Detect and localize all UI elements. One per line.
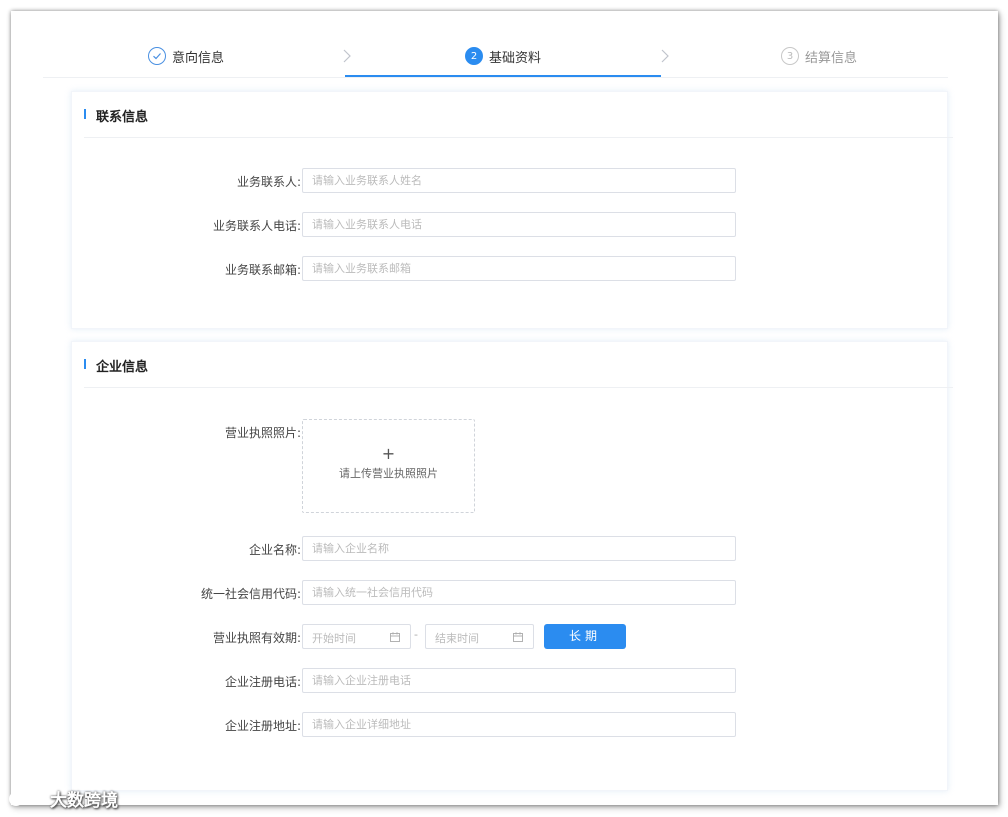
start-date-placeholder: 开始时间 bbox=[312, 632, 356, 645]
watermark-text: 大数跨境 bbox=[50, 791, 118, 811]
step-label: 意向信息 bbox=[172, 50, 225, 66]
field-label: 企业名称: bbox=[248, 543, 301, 557]
page-frame: 意向信息 2 基础资料 3 结算信息 联系信息 业务联系人: 业务联系人电话: bbox=[11, 11, 998, 805]
form-row-contact-phone: 业务联系人电话: bbox=[72, 212, 949, 238]
form-row-company-address: 企业注册地址: bbox=[72, 712, 949, 738]
field-label: 业务联系人: bbox=[236, 175, 301, 189]
chevron-right-icon bbox=[661, 45, 671, 67]
watermark: 大数跨境 bbox=[8, 786, 118, 811]
step-number: 3 bbox=[781, 47, 799, 65]
field-label: 企业注册地址: bbox=[224, 719, 301, 733]
license-photo-upload[interactable]: + 请上传营业执照照片 bbox=[302, 419, 475, 513]
watermark-logo-icon bbox=[9, 791, 45, 806]
calendar-icon bbox=[513, 632, 523, 642]
divider bbox=[84, 387, 953, 388]
form-row-contact-email: 业务联系邮箱: bbox=[72, 256, 949, 282]
check-icon bbox=[148, 47, 166, 65]
contact-phone-input[interactable] bbox=[302, 212, 736, 237]
divider bbox=[84, 137, 953, 138]
step-intent-info[interactable]: 意向信息 bbox=[148, 45, 224, 67]
contact-info-section: 联系信息 业务联系人: 业务联系人电话: 业务联系邮箱: bbox=[71, 91, 953, 329]
form-row-license-photo: 营业执照照片: + 请上传营业执照照片 bbox=[72, 419, 949, 515]
field-label: 营业执照有效期: bbox=[212, 631, 301, 645]
active-step-indicator bbox=[345, 75, 661, 77]
long-term-button[interactable]: 长期 bbox=[544, 624, 626, 649]
step-settlement-info[interactable]: 3 结算信息 bbox=[781, 45, 857, 67]
company-phone-input[interactable] bbox=[302, 668, 736, 693]
company-info-section: 企业信息 营业执照照片: + 请上传营业执照照片 企业名称: 统一社会信用代码:… bbox=[71, 341, 953, 791]
upload-hint: 请上传营业执照照片 bbox=[339, 467, 438, 480]
form-row-company-name: 企业名称: bbox=[72, 536, 949, 562]
field-label: 业务联系人电话: bbox=[212, 219, 301, 233]
start-date-picker[interactable]: 开始时间 bbox=[302, 624, 411, 649]
credit-code-input[interactable] bbox=[302, 580, 736, 605]
field-label: 业务联系邮箱: bbox=[224, 263, 301, 277]
step-label: 结算信息 bbox=[805, 50, 858, 66]
company-address-input[interactable] bbox=[302, 712, 736, 737]
step-number: 2 bbox=[465, 47, 483, 65]
chevron-right-icon bbox=[343, 45, 353, 67]
company-name-input[interactable] bbox=[302, 536, 736, 561]
section-title: 企业信息 bbox=[84, 356, 148, 375]
form-row-license-validity: 营业执照有效期: 开始时间 - 结束时间 长期 bbox=[72, 624, 949, 650]
field-label: 营业执照照片: bbox=[224, 426, 301, 440]
section-title: 联系信息 bbox=[84, 106, 148, 125]
contact-name-input[interactable] bbox=[302, 168, 736, 193]
form-row-company-phone: 企业注册电话: bbox=[72, 668, 949, 694]
end-date-placeholder: 结束时间 bbox=[435, 632, 479, 645]
plus-icon: + bbox=[381, 444, 396, 463]
step-progress: 意向信息 2 基础资料 3 结算信息 bbox=[43, 11, 948, 78]
field-label: 统一社会信用代码: bbox=[200, 587, 301, 601]
date-separator: - bbox=[414, 628, 418, 641]
form-row-credit-code: 统一社会信用代码: bbox=[72, 580, 949, 606]
end-date-picker[interactable]: 结束时间 bbox=[425, 624, 534, 649]
contact-email-input[interactable] bbox=[302, 256, 736, 281]
step-basic-info[interactable]: 2 基础资料 bbox=[465, 45, 541, 67]
step-label: 基础资料 bbox=[489, 50, 542, 66]
calendar-icon bbox=[390, 632, 400, 642]
field-label: 企业注册电话: bbox=[224, 675, 301, 689]
form-row-contact-name: 业务联系人: bbox=[72, 168, 949, 194]
